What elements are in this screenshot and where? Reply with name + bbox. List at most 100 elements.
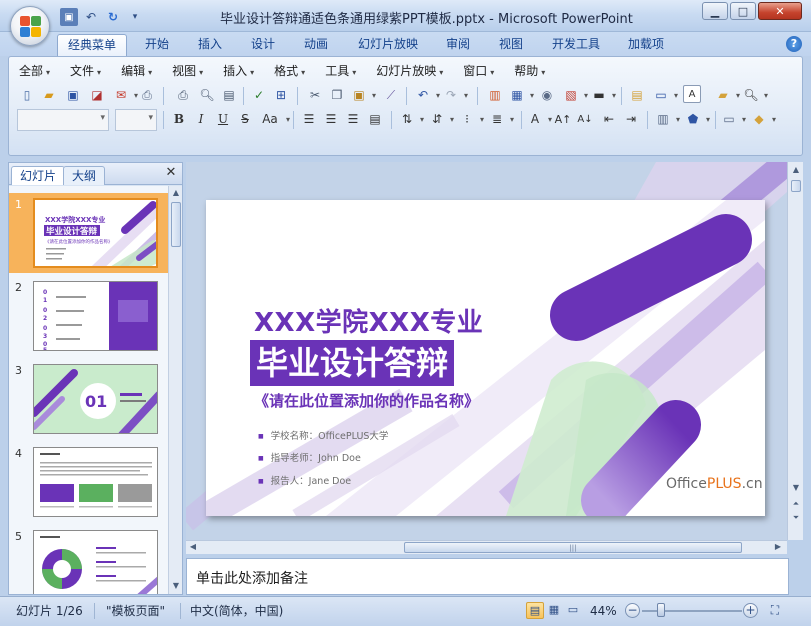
slide-title-line1[interactable]: XXX学院XXX专业 (254, 302, 483, 339)
redo-icon[interactable]: ↷ (441, 85, 468, 105)
tab-developer[interactable]: 开发工具 (542, 34, 610, 56)
color-icon[interactable]: ▧ (561, 85, 588, 105)
theme-name[interactable]: "模板页面" (106, 601, 165, 621)
print-icon[interactable]: ⎙ (173, 85, 193, 105)
slide-thumbnail[interactable] (33, 447, 158, 517)
email-icon[interactable]: ✉ (111, 85, 138, 105)
slide-subtitle[interactable]: 《请在此位置添加你的作品名称》 (254, 390, 479, 411)
slideshow-view-icon[interactable]: ▭ (564, 602, 582, 619)
thumbnail-row[interactable]: 2 0 1 0 2 0 3 0 5 (9, 276, 168, 356)
redo-icon[interactable]: ↻ (104, 8, 122, 26)
previous-slide-icon[interactable]: ⏶ (790, 498, 802, 510)
undo-icon[interactable]: ↶ (413, 85, 440, 105)
save-icon[interactable]: ▣ (60, 8, 78, 26)
tab-review[interactable]: 审阅 (436, 34, 480, 56)
menu-view[interactable]: 视图 ▾ (166, 60, 209, 82)
format-painter-icon[interactable]: ⟋ (381, 85, 401, 105)
thesaurus-icon[interactable]: ⊞ (271, 85, 291, 105)
bullets-icon[interactable]: ≣ (487, 109, 514, 129)
shapes-icon[interactable]: ⬟ (683, 109, 710, 129)
slide-thumbnail[interactable]: 0 1 0 2 0 3 0 5 (33, 281, 158, 351)
menu-all[interactable]: 全部 ▾ (13, 60, 56, 82)
shrink-font-icon[interactable]: A↓ (575, 109, 595, 129)
tab-slideshow[interactable]: 幻灯片放映 (348, 34, 428, 56)
paste-icon[interactable]: ▣ (349, 85, 376, 105)
numbering-icon[interactable]: ⁝ (457, 109, 484, 129)
menu-insert[interactable]: 插入 ▾ (217, 60, 260, 82)
align-text-icon[interactable]: ⇵ (427, 109, 454, 129)
layout-icon[interactable]: ▭ (651, 85, 678, 105)
scroll-up-icon[interactable]: ▲ (170, 187, 182, 199)
thumbnail-row[interactable]: 1 XXX学院XXX专业 毕业设计答辩 《请在此位置添加你的作品名称》 (9, 193, 168, 273)
slide-thumbnail[interactable] (33, 530, 158, 594)
scroll-thumb[interactable]: ||| (404, 542, 742, 553)
justify-icon[interactable]: ▤ (365, 109, 385, 129)
thumbnail-scrollbar[interactable]: ▲ ▼ (168, 186, 182, 594)
tab-design[interactable]: 设计 (241, 34, 285, 56)
italic-icon[interactable]: I (191, 109, 211, 129)
tab-home[interactable]: 开始 (135, 34, 179, 56)
scroll-thumb[interactable] (791, 180, 801, 192)
scroll-thumb[interactable] (171, 202, 181, 247)
align-left-icon[interactable]: ☰ (299, 109, 319, 129)
tab-classic-menu[interactable]: 经典菜单 (57, 34, 128, 56)
slide-sorter-view-icon[interactable]: ▦ (545, 602, 563, 619)
open-icon[interactable]: ▰ (39, 85, 59, 105)
insert-chart-icon[interactable]: ▥ (485, 85, 505, 105)
maximize-button[interactable]: □ (730, 2, 756, 20)
font-color-icon[interactable]: A (525, 109, 552, 129)
menu-format[interactable]: 格式 ▾ (268, 60, 311, 82)
thumbnail-row[interactable]: 3 01 (9, 359, 168, 439)
tab-view[interactable]: 视图 (489, 34, 533, 56)
decrease-indent-icon[interactable]: ⇤ (599, 109, 619, 129)
textbox-icon[interactable]: A (683, 85, 701, 103)
fit-to-window-icon[interactable]: ⛶ (766, 602, 784, 619)
normal-view-icon[interactable]: ▤ (526, 602, 544, 619)
thumbnail-row[interactable]: 5 (9, 525, 168, 594)
menu-tools[interactable]: 工具 ▾ (319, 60, 362, 82)
zoom-level[interactable]: 44% (590, 601, 617, 621)
research-icon[interactable]: ▤ (219, 85, 239, 105)
scroll-down-icon[interactable]: ▼ (170, 580, 182, 592)
shape-fill-icon[interactable]: ◆ (749, 109, 776, 129)
menu-slideshow[interactable]: 幻灯片放映 ▾ (370, 60, 449, 82)
line-icon[interactable]: ▬ (589, 85, 616, 105)
align-center-icon[interactable]: ☰ (321, 109, 341, 129)
scroll-down-icon[interactable]: ▼ (790, 482, 802, 494)
folder-icon[interactable]: ▰ (713, 85, 740, 105)
language-indicator[interactable]: 中文(简体，中国) (190, 601, 283, 621)
slide-thumbnail[interactable]: XXX学院XXX专业 毕业设计答辩 《请在此位置添加你的作品名称》 (33, 198, 158, 268)
tab-insert[interactable]: 插入 (188, 34, 232, 56)
help-icon[interactable]: ? (786, 36, 802, 52)
minimize-button[interactable]: ▁ (702, 2, 728, 20)
grow-font-icon[interactable]: A↑ (553, 109, 573, 129)
menu-file[interactable]: 文件 ▾ (64, 60, 107, 82)
print-preview-icon[interactable]: ⎙ (137, 85, 157, 105)
shadow-icon[interactable]: S (235, 109, 255, 129)
office-button[interactable] (10, 6, 50, 46)
insert-table-icon[interactable]: ▦ (507, 85, 534, 105)
bold-icon[interactable]: B (169, 109, 189, 129)
new-slide-icon[interactable]: ▤ (627, 85, 647, 105)
close-button[interactable]: ✕ (758, 2, 802, 20)
scroll-left-icon[interactable]: ◀ (187, 541, 199, 553)
presenter-name[interactable]: 报告人：Jane Doe (258, 473, 351, 487)
quick-styles-icon[interactable]: ▭ (719, 109, 746, 129)
thumbnail-row[interactable]: 4 (9, 442, 168, 522)
spelling-icon[interactable]: ✓ (249, 85, 269, 105)
tab-outline[interactable]: 大纲 (63, 166, 106, 185)
school-name[interactable]: 学校名称：OfficePLUS大学 (258, 428, 389, 442)
scroll-right-icon[interactable]: ▶ (772, 541, 784, 553)
menu-window[interactable]: 窗口 ▾ (457, 60, 500, 82)
permission-icon[interactable]: ◪ (87, 85, 107, 105)
arrange-icon[interactable]: ▥ (653, 109, 680, 129)
horizontal-scrollbar[interactable]: ◀ ||| ▶ (186, 540, 787, 554)
close-icon[interactable]: ✕ (164, 166, 178, 180)
notes-placeholder[interactable]: 单击此处添加备注 (196, 568, 308, 588)
font-name-combo[interactable] (17, 109, 109, 131)
scroll-up-icon[interactable]: ▲ (790, 164, 802, 176)
zoom-out-button[interactable]: − (625, 603, 640, 618)
save-icon[interactable]: ▣ (63, 85, 83, 105)
menu-help[interactable]: 帮助 ▾ (508, 60, 551, 82)
font-size-combo[interactable] (115, 109, 157, 131)
